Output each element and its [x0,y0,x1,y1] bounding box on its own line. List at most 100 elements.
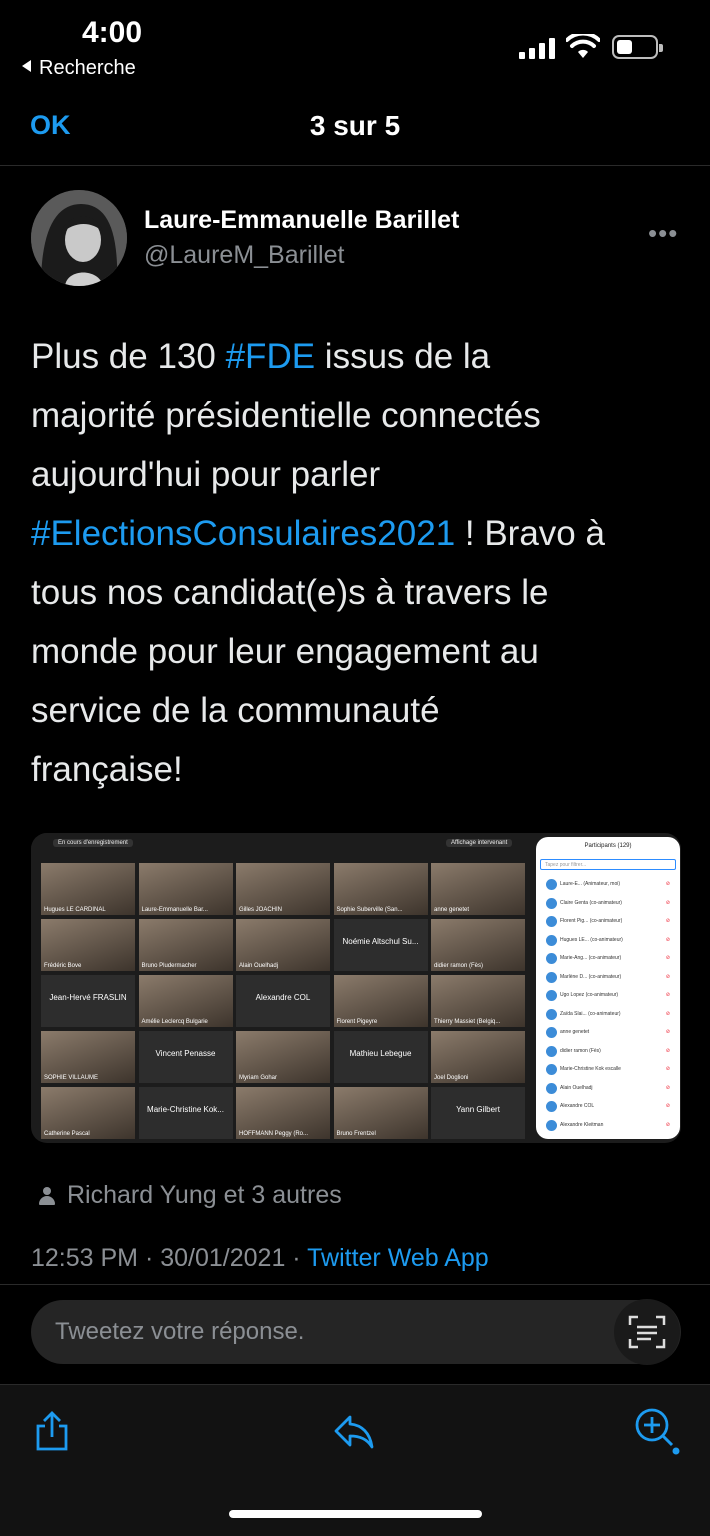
likes-row[interactable]: Richard Yung et 3 autres [39,1181,342,1210]
participant-label: Marie-Christine Kok escalle [560,1066,621,1072]
tweet-line: tous nos candidat(e)s à travers le [31,563,691,622]
video-tile: Yann Gilbert [431,1087,525,1139]
tweet-text-segment: service de la communauté [31,691,440,730]
participant-label: Marlène D... (co-animateur) [560,973,622,980]
participant-name: Alexandre COL [255,993,311,1002]
participant-row: Alain Ouelhadj ⊘ [546,1081,674,1100]
participant-row: Marie-Christine Kok escalle ⊘ [546,1062,674,1081]
divider [0,1284,710,1285]
tweet-text-segment: tous nos candidat(e)s à travers le [31,573,549,612]
video-tile: Joel Doglioni [431,1031,525,1083]
more-icon[interactable]: ••• [648,218,678,249]
video-tile: anne genetet [431,863,525,915]
mic-muted-icon: ⊘ [665,899,670,906]
participants-title: Participants (129) [584,843,632,849]
wifi-icon [566,34,600,58]
meta-separator: · [138,1244,161,1272]
compose-reply-icon[interactable] [632,1405,682,1455]
mic-muted-icon: ⊘ [665,1029,670,1035]
participant-label: Alexandre Kleitman [560,1121,604,1128]
video-tile: Laure-Emmanuelle Bar... [138,863,233,915]
tweet-line: française! [31,740,691,799]
participant-avatar [546,953,557,964]
video-tile: SOPHIE VILLAUME [41,1031,135,1083]
mic-muted-icon: ⊘ [665,1121,670,1128]
participant-row: didier ramon (Fès) ⊘ [546,1044,674,1063]
participant-name: Thierry Massiet (Belgiq... [434,1019,501,1025]
meta-separator: · [285,1244,308,1272]
participant-name: Gilles JOACHIN [239,907,283,913]
video-tile: didier ramon (Fès) [431,919,525,971]
tweet-image[interactable]: En cours d'enregistrement Affichage inte… [31,833,681,1143]
video-tile: Gilles JOACHIN [236,863,330,915]
video-tile: Myriam Gohar [236,1031,330,1083]
tweet-text-segment: ! Bravo à [455,514,605,553]
back-app-label: Recherche [39,57,136,79]
mic-muted-icon: ⊘ [665,1010,670,1017]
back-to-app-link[interactable]: Recherche [22,57,136,80]
participant-row: Alexandre Kleitman ⊘ [546,1118,674,1137]
hashtag-link[interactable]: #ElectionsConsulaires2021 [31,514,455,553]
hashtag-link[interactable]: #FDE [226,337,315,376]
participant-label: Alexandre COL [560,1103,595,1109]
mic-muted-icon: ⊘ [665,973,670,980]
participant-row: Florent Pig... (co-animateur) ⊘ [546,914,674,933]
participant-name: Hugues LE CARDINAL [44,907,106,913]
participant-name: SOPHIE VILLAUME [44,1075,99,1081]
participant-row: Laure-E... (Animateur, moi) ⊘ [546,877,674,896]
video-grid: Hugues LE CARDINAL Laure-Emmanuelle Bar..… [41,863,527,1143]
participant-name: Bruno Frentzel [336,1131,376,1137]
participant-name: Mathieu Lebegue [349,1049,412,1058]
reply-input[interactable]: Tweetez votre réponse. [31,1300,681,1364]
participant-name: didier ramon (Fès) [434,963,484,969]
tweet-line: #ElectionsConsulaires2021 ! Bravo à [31,504,691,563]
participant-avatar [546,1027,557,1038]
participant-label: Laure-E... (Animateur, moi) [560,881,621,887]
participant-name: Bruno Pludermacher [141,963,197,969]
participant-avatar [546,1008,557,1020]
video-tile: Alain Ouelhadj [236,919,330,971]
participant-avatar [546,897,557,909]
participants-panel: Participants (129) Tapez pour filtrer...… [536,837,680,1139]
participant-label: Hugues LE... (co-animateur) [560,936,623,943]
video-tile: Frédéric Bove [41,919,135,971]
participant-name: Florent Pigeyre [336,1019,378,1025]
participant-row: Hugues LE... (co-animateur) ⊘ [546,933,674,952]
video-tile: Hugues LE CARDINAL [41,863,135,915]
avatar[interactable] [31,190,127,286]
mic-muted-icon: ⊘ [665,881,670,887]
share-icon[interactable] [30,1409,74,1453]
ok-button[interactable]: OK [30,110,71,141]
participant-avatar [546,971,557,983]
tweet-text-segment: Plus de 130 [31,337,226,376]
home-indicator [229,1510,482,1518]
reply-icon[interactable] [332,1409,376,1453]
participant-name: Jean-Hervé FRASLIN [49,993,127,1002]
tweet-line: monde pour leur engagement au [31,622,691,681]
video-tile: Amélie Leclercq Bulgarie [138,975,233,1027]
text-scan-icon[interactable] [614,1299,680,1365]
zoom-top-bar: En cours d'enregistrement Affichage inte… [31,833,531,855]
likes-text: Richard Yung et 3 autres [67,1181,342,1209]
participant-avatar [546,1101,557,1112]
video-tile: Vincent Penasse [138,1031,233,1083]
author-name[interactable]: Laure-Emmanuelle Barillet [144,206,459,235]
tweet-text-segment: monde pour leur engagement au [31,632,539,671]
video-tile: Bruno Pludermacher [138,919,233,971]
participant-name: Myriam Gohar [239,1075,278,1081]
participant-name: HOFFMANN Peggy (Ro... [239,1131,309,1137]
tweet-source-link[interactable]: Twitter Web App [307,1244,489,1272]
video-tile: HOFFMANN Peggy (Ro... [236,1087,330,1139]
video-tile: Sophie Suberville (San... [333,863,428,915]
mic-muted-icon: ⊘ [665,992,670,998]
tweet-line: service de la communauté [31,681,691,740]
participant-name: Catherine Pascal [44,1131,90,1137]
participant-name: Vincent Penasse [155,1049,216,1058]
author-handle[interactable]: @LaureM_Barillet [144,241,344,270]
participant-name: Sophie Suberville (San... [336,907,403,913]
tweet-text-segment: majorité présidentielle connectés [31,396,541,435]
video-tile: Noémie Altschul Su... [333,919,428,971]
participant-label: Ugo Lopez (co-animateur) [560,992,619,998]
participant-row: Marlène D... (co-animateur) ⊘ [546,970,674,989]
tweet-line: aujourd'hui pour parler [31,445,691,504]
